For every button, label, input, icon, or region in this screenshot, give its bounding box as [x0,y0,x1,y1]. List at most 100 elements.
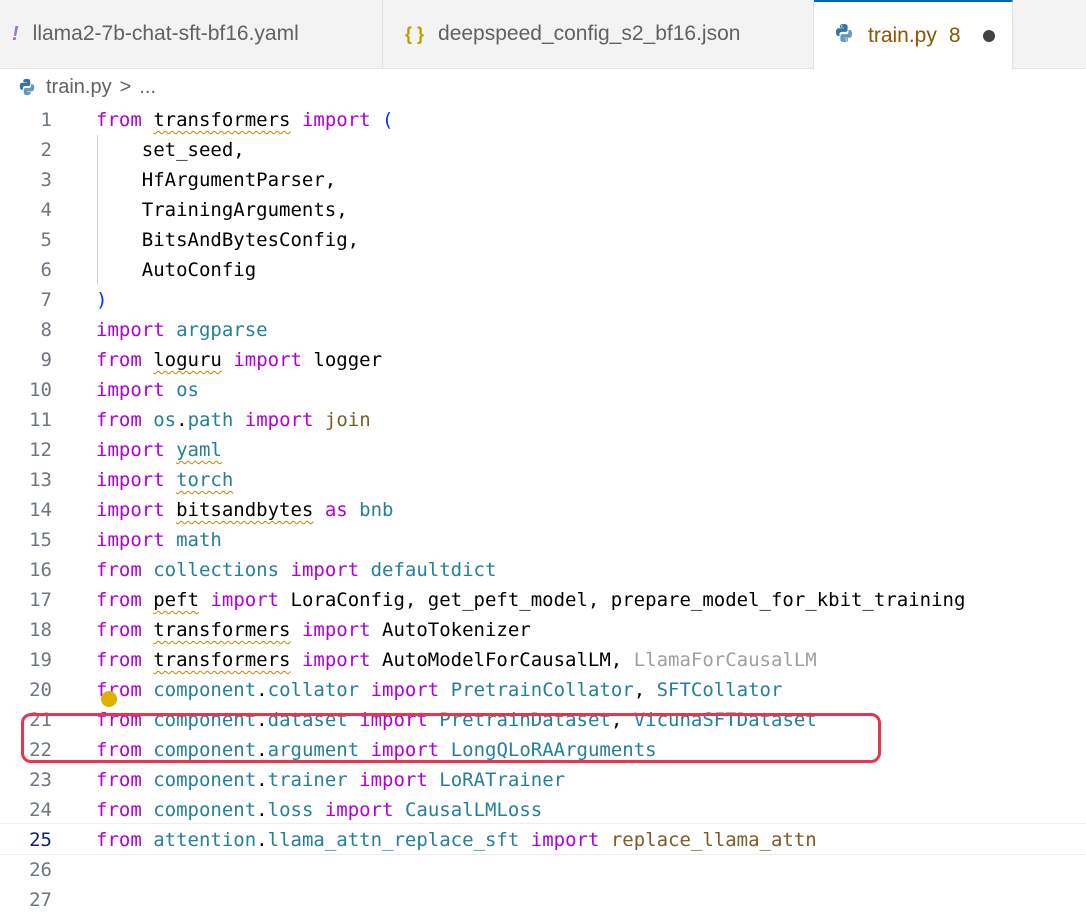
code-line[interactable]: 3 HfArgumentParser, [0,165,1086,195]
code-line[interactable]: 4 TrainingArguments, [0,195,1086,225]
code-line[interactable]: 23 from component.trainer import LoRATrai… [0,765,1086,795]
code-line[interactable]: 13 import torch [0,465,1086,495]
breadcrumb-symbol[interactable]: ... [139,76,156,99]
code-token: . [256,769,268,791]
tab-bar: ! llama2-7b-chat-sft-bf16.yaml { } deeps… [0,0,1086,69]
code-token: SFTCollator [656,679,783,701]
code-line[interactable]: 25 from attention.llama_attn_replace_sft … [0,825,1086,855]
code-line[interactable]: 15 import math [0,525,1086,555]
code-text: import bitsandbytes as bnb [96,495,394,525]
python-icon [834,23,854,49]
code-token: attention [153,829,257,851]
code-line[interactable]: 9 from loguru import logger [0,345,1086,375]
code-line[interactable]: 7) [0,285,1086,315]
code-token: peft [153,589,199,611]
line-number: 1 [40,109,52,131]
code-token: collections [153,559,280,581]
code-line[interactable]: 17 from peft import LoraConfig, get_peft_… [0,585,1086,615]
tab-label: train.py [868,23,937,47]
code-line[interactable]: 1 from transformers import ( [0,105,1086,135]
code-token: join [324,409,371,431]
code-token: from [96,409,142,431]
code-token: import [96,529,165,551]
code-text: import math [96,525,222,555]
code-line[interactable]: 6 AutoConfig [0,255,1086,285]
code-token: component [153,799,257,821]
chevron-right-icon: > [119,75,132,98]
code-token: collator [267,679,360,701]
code-text: from loguru import logger [96,345,382,375]
code-line[interactable]: 10 import os [0,375,1086,405]
code-line[interactable]: 18 from transformers import AutoTokenizer [0,615,1086,645]
line-number: 7 [40,289,52,311]
code-token: from [96,769,142,791]
code-token: transformers [153,619,291,641]
tab-json[interactable]: { } deepspeed_config_s2_bf16.json [383,0,814,68]
breadcrumb-file[interactable]: train.py [46,76,112,99]
code-text: set_seed, [96,135,245,165]
code-token: . [176,409,188,431]
line-number: 5 [40,229,52,251]
code-line[interactable]: 5 BitsAndBytesConfig, [0,225,1086,255]
code-token: bnb [359,499,394,521]
code-token: . [256,679,268,701]
code-token: from [96,349,142,371]
line-number: 17 [29,589,52,611]
code-line[interactable]: 8 import argparse [0,315,1086,345]
code-token: import [96,439,165,461]
code-line[interactable]: 16 from collections import defaultdict [0,555,1086,585]
code-text: from transformers import AutoModelForCau… [96,645,817,675]
line-number: 13 [29,469,52,491]
code-editor[interactable]: 1 from transformers import (2 set_seed, 3 … [0,105,1086,911]
tab-train-py[interactable]: train.py 8 [814,0,1013,69]
code-token: set_seed, [96,139,245,161]
code-token: LlamaForCausalLM [633,649,817,671]
line-number: 2 [40,139,52,161]
code-token: path [187,409,234,431]
tab-yaml[interactable]: ! llama2-7b-chat-sft-bf16.yaml [0,0,383,68]
code-line[interactable]: 14 import bitsandbytes as bnb [0,495,1086,525]
code-token: AutoConfig [96,259,257,281]
code-text: HfArgumentParser, [96,165,336,195]
code-token: from [96,559,142,581]
code-text: import torch [96,465,233,495]
code-token: PretrainCollator [450,679,634,701]
code-token: loss [267,799,314,821]
code-token: CausalLMLoss [404,799,543,821]
code-line[interactable]: 12 import yaml [0,435,1086,465]
line-number: 3 [40,169,52,191]
code-token: import [301,619,371,641]
code-token: from [96,799,142,821]
code-token: import [96,469,165,491]
lightbulb-icon[interactable] [101,691,117,707]
unsaved-dot-icon[interactable] [982,29,995,42]
code-line[interactable]: 11 from os.path import join [0,405,1086,435]
code-token: logger [301,349,383,371]
code-token: ( [382,109,394,131]
line-number: 12 [29,439,52,461]
line-number: 27 [29,889,52,911]
code-line[interactable]: 2 set_seed, [0,135,1086,165]
code-token: import [530,829,600,851]
code-line[interactable]: 26 [0,855,1086,885]
code-line[interactable]: 27 [0,885,1086,915]
code-line[interactable]: 20 from component.collator import Pretrai… [0,675,1086,705]
code-line[interactable]: 24 from component.loss import CausalLMLos… [0,795,1086,825]
code-line[interactable]: 19 from transformers import AutoModelForC… [0,645,1086,675]
